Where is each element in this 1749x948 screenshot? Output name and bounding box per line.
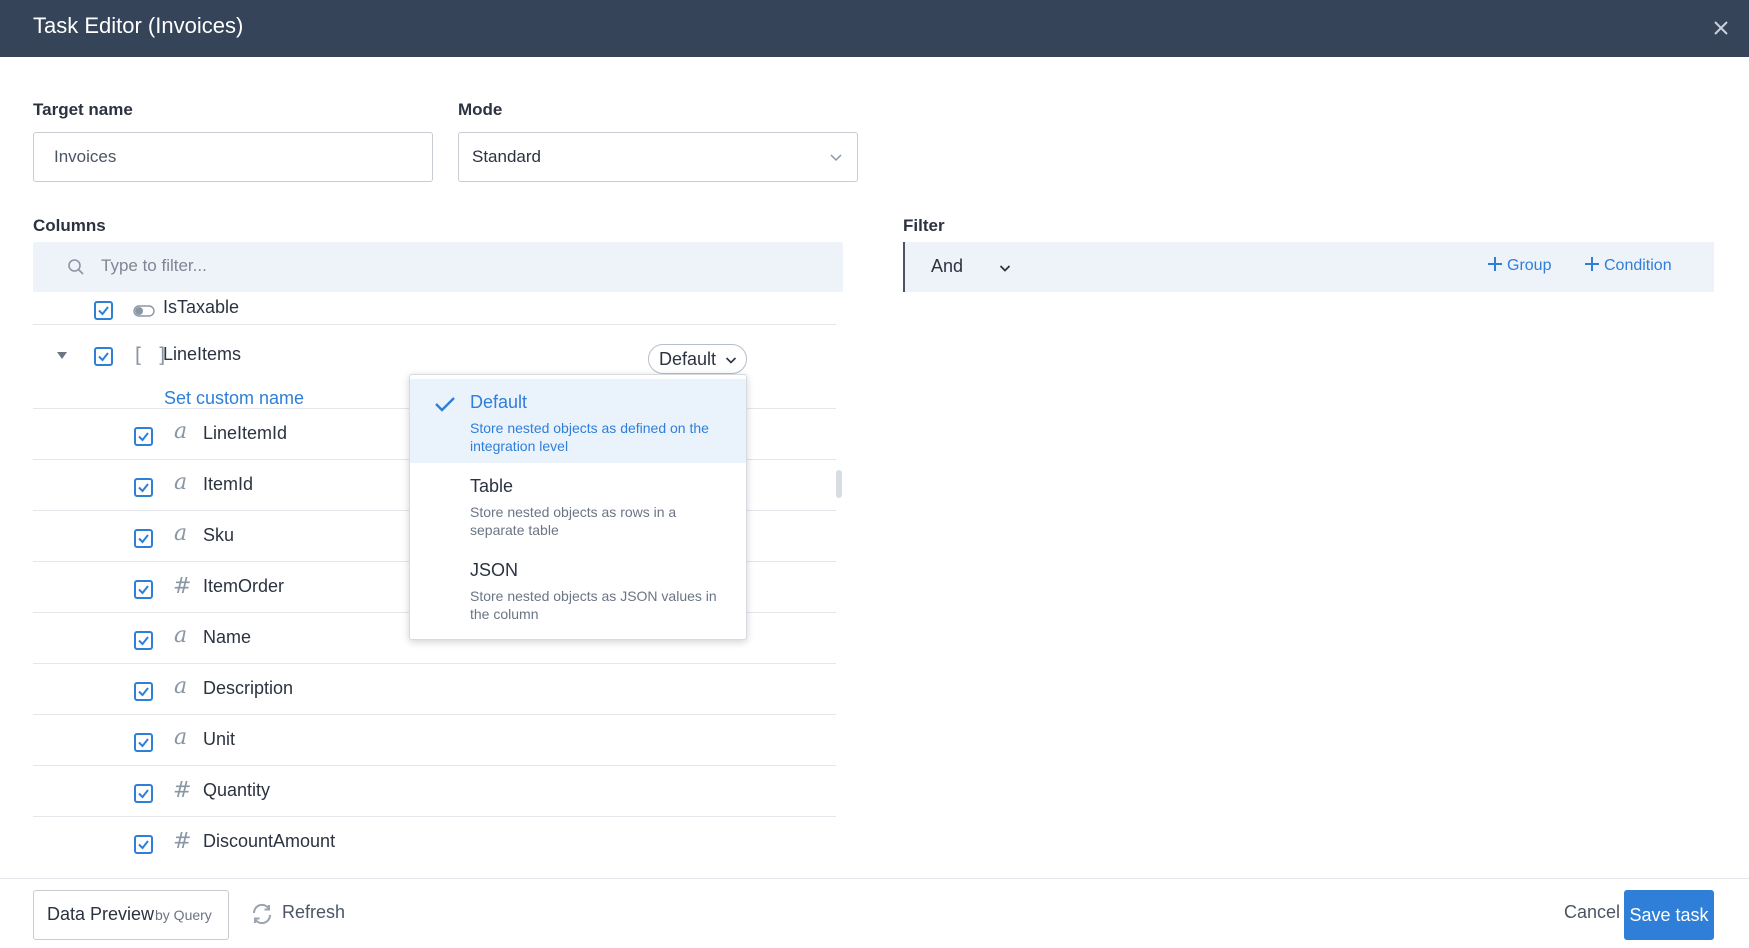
checkbox-checked-icon[interactable]	[134, 631, 153, 650]
column-name: LineItems	[163, 344, 242, 364]
column-filter-bar[interactable]: Type to filter...	[33, 242, 843, 292]
column-name: ItemOrder	[203, 576, 285, 596]
filter-label: Filter	[903, 216, 945, 235]
nested-mode-select[interactable]: Default	[648, 344, 747, 374]
refresh-label: Refresh	[282, 902, 346, 922]
column-name: Unit	[203, 729, 236, 749]
dropdown-option-default[interactable]: Default Store nested objects as defined …	[410, 379, 746, 463]
mode-select[interactable]: Standard	[458, 132, 858, 182]
add-condition-label: Condition	[1604, 257, 1672, 274]
number-type-icon: #	[173, 829, 192, 854]
data-preview-sublabel: by Query	[155, 907, 212, 923]
chevron-down-icon[interactable]	[999, 262, 1011, 274]
checkbox-checked-icon[interactable]	[94, 301, 113, 320]
refresh-icon	[252, 903, 272, 925]
columns-label: Columns	[33, 216, 106, 235]
toggle-icon	[133, 305, 155, 317]
chevron-down-icon	[830, 154, 842, 162]
option-description: Store nested objects as rows in a separa…	[470, 504, 677, 538]
option-name: Default	[470, 392, 528, 412]
column-name: LineItemId	[203, 423, 288, 443]
column-row: # Quantity	[33, 766, 836, 817]
target-name-label: Target name	[33, 100, 133, 119]
nested-mode-value: Default	[659, 349, 717, 369]
search-icon	[68, 259, 84, 275]
option-description: Store nested objects as JSON values in t…	[470, 588, 717, 622]
column-name: ItemId	[203, 474, 254, 494]
save-task-button[interactable]: Save task	[1624, 890, 1714, 940]
triangle-down-icon[interactable]	[56, 351, 68, 361]
text-type-icon: a	[174, 521, 188, 546]
title-bar: Task Editor (Invoices)	[0, 0, 1749, 57]
option-name: JSON	[470, 560, 519, 580]
scrollbar-thumb[interactable]	[836, 470, 842, 498]
nested-mode-dropdown: Default Store nested objects as defined …	[409, 374, 747, 640]
window-title: Task Editor (Invoices)	[33, 13, 244, 38]
text-type-icon: a	[174, 674, 188, 699]
target-name-input[interactable]: Invoices	[33, 132, 433, 182]
column-row: IsTaxable	[33, 292, 836, 325]
checkbox-checked-icon[interactable]	[134, 427, 153, 446]
checkbox-checked-icon[interactable]	[134, 529, 153, 548]
checkbox-checked-icon[interactable]	[94, 347, 113, 366]
data-preview-label: Data Preview	[47, 904, 155, 924]
set-custom-name-link[interactable]: Set custom name	[164, 388, 304, 409]
column-row: # DiscountAmount	[33, 817, 836, 868]
column-name: Description	[203, 678, 294, 698]
mode-label: Mode	[458, 100, 503, 119]
check-icon	[435, 397, 455, 412]
checkbox-checked-icon[interactable]	[134, 478, 153, 497]
text-type-icon: a	[174, 623, 188, 648]
mode-value: Standard	[472, 147, 541, 166]
column-name: Sku	[203, 525, 235, 545]
plus-icon	[1488, 257, 1502, 271]
text-type-icon: a	[174, 470, 188, 495]
column-row: a Description	[33, 664, 836, 715]
chevron-down-icon	[725, 357, 737, 364]
checkbox-checked-icon[interactable]	[134, 835, 153, 854]
footer: Data Preview by Query Refresh Cancel Sav…	[0, 878, 1749, 948]
dropdown-option-json[interactable]: JSON Store nested objects as JSON values…	[410, 547, 746, 631]
column-filter-input[interactable]: Type to filter...	[101, 256, 207, 276]
data-preview-button[interactable]: Data Preview by Query	[33, 890, 229, 940]
option-description: Store nested objects as defined on the i…	[470, 420, 709, 454]
filter-builder: And Group Condition	[903, 242, 1714, 292]
cancel-button[interactable]: Cancel	[1564, 902, 1620, 923]
add-group-label: Group	[1507, 257, 1552, 274]
add-group-button[interactable]: Group	[1487, 256, 1551, 275]
column-name: Name	[203, 627, 252, 647]
number-type-icon: #	[173, 778, 192, 803]
text-type-icon: a	[174, 419, 188, 444]
dropdown-option-table[interactable]: Table Store nested objects as rows in a …	[410, 463, 746, 547]
column-name: DiscountAmount	[203, 831, 336, 851]
text-type-icon: a	[174, 725, 188, 750]
option-name: Table	[470, 476, 514, 496]
checkbox-checked-icon[interactable]	[134, 682, 153, 701]
column-row: a Unit	[33, 715, 836, 766]
checkbox-checked-icon[interactable]	[134, 733, 153, 752]
plus-icon	[1585, 257, 1599, 271]
add-condition-button[interactable]: Condition	[1584, 256, 1672, 275]
column-name: Quantity	[203, 780, 271, 800]
column-name: IsTaxable	[163, 297, 240, 317]
number-type-icon: #	[173, 574, 192, 599]
filter-operator-select[interactable]: And	[931, 256, 963, 277]
checkbox-checked-icon[interactable]	[134, 580, 153, 599]
close-icon[interactable]	[1707, 14, 1735, 42]
checkbox-checked-icon[interactable]	[134, 784, 153, 803]
